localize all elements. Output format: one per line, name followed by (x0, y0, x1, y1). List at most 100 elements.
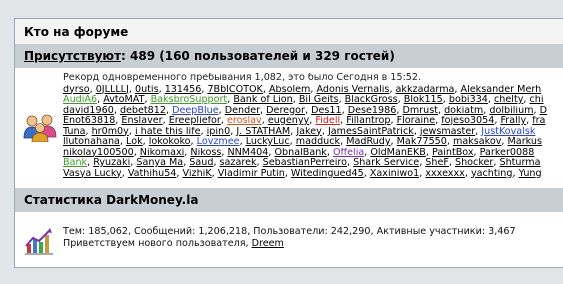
user-link[interactable]: xxxexxx (425, 169, 465, 179)
user-link[interactable]: eroslav (227, 116, 262, 126)
user-line: david1960, debet812, DeepBlue, Dender, D… (63, 105, 547, 116)
user-link[interactable]: Des11 (311, 106, 342, 116)
user-link[interactable]: Bank of Lion (233, 95, 292, 105)
user-link[interactable]: D (540, 106, 547, 116)
user-link[interactable]: i hate this life (135, 127, 201, 137)
user-link[interactable]: 0JLLLLJ (96, 85, 129, 95)
whos-online-panel: Кто на форуме Присутствуют: 489 (160 пол… (14, 18, 563, 268)
user-link[interactable]: 0utis (135, 85, 159, 95)
user-link[interactable]: Vasya Lucky (63, 169, 122, 179)
user-link[interactable]: Frally (500, 116, 526, 126)
user-link[interactable]: chi (530, 95, 544, 105)
user-link[interactable]: Xaxiniwo1 (370, 169, 419, 179)
user-link[interactable]: Dmrust (402, 106, 438, 116)
user-link[interactable]: Fidell (315, 116, 340, 126)
user-link[interactable]: Mak77550 (397, 137, 447, 147)
user-link[interactable]: Markus (508, 137, 542, 147)
user-link[interactable]: Ereepliefor (169, 116, 221, 126)
user-link[interactable]: BlackGross (345, 95, 398, 105)
user-link[interactable]: LuckyLuc (246, 137, 290, 147)
user-link[interactable]: Blok115 (404, 95, 443, 105)
user-link[interactable]: J. STATHAM (236, 127, 290, 137)
user-link[interactable]: Absolem (269, 85, 310, 95)
user-link[interactable]: PaintBox (432, 148, 474, 158)
online-counts: : 489 (160 пользователей и 329 гостей) (121, 49, 395, 63)
user-link[interactable]: david1960 (63, 106, 114, 116)
user-link[interactable]: Dese1986 (348, 106, 397, 116)
online-link[interactable]: Присутствуют (24, 49, 121, 63)
user-line: dyrso, 0JLLLLJ, 0utis, 131456, 7BblCOTOK… (63, 84, 542, 95)
user-link[interactable]: SheF (425, 158, 449, 168)
user-link[interactable]: AvtoMAT (103, 95, 144, 105)
user-link[interactable]: eugenyy (268, 116, 309, 126)
user-link[interactable]: OldManEKB (370, 148, 425, 158)
user-link[interactable]: akkzadarma (396, 85, 455, 95)
user-link[interactable]: Lok (126, 137, 143, 147)
user-link[interactable]: chelty (494, 95, 523, 105)
user-link[interactable]: dokiatm (444, 106, 483, 116)
user-link[interactable]: Nikomaxi (140, 148, 185, 158)
user-link[interactable]: Enslaver (121, 116, 162, 126)
user-link[interactable]: NNM404 (227, 148, 268, 158)
user-link[interactable]: Dender (225, 106, 260, 116)
user-link[interactable]: Enot63818 (63, 116, 115, 126)
user-link[interactable]: AudiA6 (63, 95, 97, 105)
user-link[interactable]: Vladimir Putin (218, 169, 285, 179)
online-users-text: Рекорд одновременного пребывания 1,082, … (63, 73, 563, 179)
user-link[interactable]: Ryuzaki (93, 158, 130, 168)
user-link[interactable]: DeepBlue (172, 106, 219, 116)
user-link[interactable]: yachting (471, 169, 513, 179)
user-link[interactable]: Bank (63, 158, 87, 168)
user-link[interactable]: llutonahana (63, 137, 120, 147)
user-link[interactable]: VizhiK (183, 169, 212, 179)
user-link[interactable]: Sanya Ma (136, 158, 183, 168)
user-line: AudiA6, AvtoMAT, BaksbroSupport, Bank of… (63, 95, 544, 105)
user-link[interactable]: madduck (296, 137, 340, 147)
user-link[interactable]: Parker0088 (480, 148, 535, 158)
user-link[interactable]: Shturma (499, 158, 540, 168)
user-link[interactable]: BaksbroSupport (151, 95, 228, 105)
user-link[interactable]: Bil Geits (299, 95, 339, 105)
user-link[interactable]: MadRudy (346, 137, 390, 147)
user-link[interactable]: 131456 (165, 85, 202, 95)
user-link[interactable]: Nikoss (190, 148, 221, 158)
user-link[interactable]: nikolay100500 (63, 148, 134, 158)
user-link[interactable]: Aleksander Merh (461, 85, 542, 95)
welcome-prefix: Приветствуем нового пользователя, (63, 238, 252, 249)
user-link[interactable]: SebastianPerreiro (263, 158, 347, 168)
user-link[interactable]: dyrso (63, 85, 90, 95)
user-link[interactable]: fojeso3054 (441, 116, 494, 126)
user-link[interactable]: Adonis Vernalis (317, 85, 390, 95)
user-link[interactable]: maksakov (453, 137, 501, 147)
user-link[interactable]: Lovzmee (197, 137, 240, 147)
user-link[interactable]: jewsmaster (420, 127, 475, 137)
user-link[interactable]: 7BblCOTOK (207, 85, 262, 95)
stats-counts: Тем: 185,062, Сообщений: 1,206,218, Поль… (63, 226, 516, 237)
user-link[interactable]: ObnalBank (275, 148, 327, 158)
user-link[interactable]: Tuna (63, 127, 85, 137)
user-link[interactable]: Witedingued45 (291, 169, 364, 179)
user-link[interactable]: bobi334 (449, 95, 488, 105)
user-link[interactable]: Vathihu54 (128, 169, 177, 179)
user-link[interactable]: JustKovalsk (481, 127, 535, 137)
newest-user-link[interactable]: Dreem (252, 238, 284, 249)
user-link[interactable]: JamesSaintPatrick (328, 127, 414, 137)
stats-section: Тем: 185,062, Сообщений: 1,206,218, Поль… (15, 212, 563, 267)
user-link[interactable]: Jakey (296, 127, 322, 137)
user-link[interactable]: Fillantrop (346, 116, 390, 126)
user-link[interactable]: ipin0 (207, 127, 231, 137)
user-link[interactable]: sazarek (220, 158, 257, 168)
user-link[interactable]: Floraine (397, 116, 436, 126)
user-link[interactable]: lokokoko (149, 137, 191, 147)
user-link[interactable]: hr0m0y (92, 127, 129, 137)
user-link[interactable]: Deregor (266, 106, 305, 116)
user-link[interactable]: Offelia (333, 148, 364, 158)
user-link[interactable]: dolbilium (489, 106, 533, 116)
user-link[interactable]: debet812 (120, 106, 166, 116)
user-link[interactable]: Saud (189, 158, 213, 168)
user-link[interactable]: fra (532, 116, 545, 126)
user-link[interactable]: Yung (519, 169, 542, 179)
user-link[interactable]: Shark Service (353, 158, 419, 168)
user-link[interactable]: Shocker (455, 158, 493, 168)
online-summary-bar: Присутствуют: 489 (160 пользователей и 3… (15, 45, 563, 68)
